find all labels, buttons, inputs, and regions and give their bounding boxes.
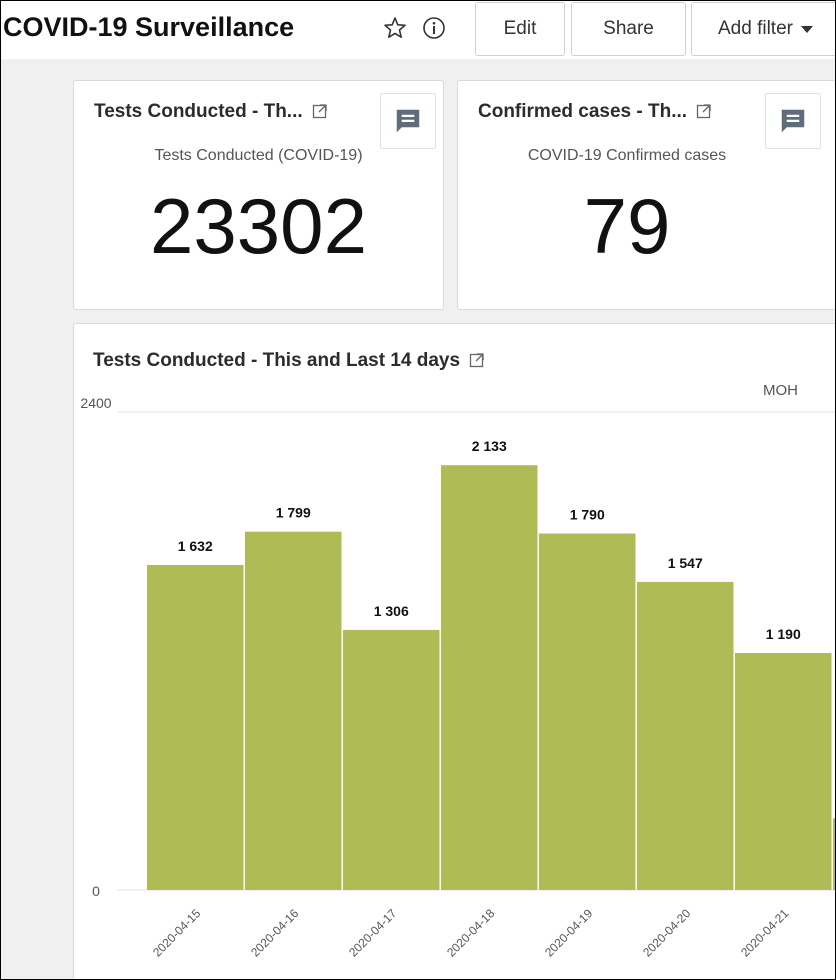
comment-button[interactable] <box>765 93 821 149</box>
tests-chart-card: Tests Conducted - This and Last 14 days … <box>73 323 835 979</box>
card-subtitle: COVID-19 Confirmed cases <box>527 147 727 164</box>
y-tick-label: 0 <box>92 883 100 899</box>
add-filter-button[interactable]: Add filter <box>691 2 835 56</box>
card-title[interactable]: Tests Conducted - Th... <box>94 101 328 123</box>
edit-button[interactable]: Edit <box>475 2 565 56</box>
data-label: 1 790 <box>570 506 605 522</box>
info-icon[interactable] <box>422 16 446 40</box>
confirmed-cases-card: Confirmed cases - Th... COVID-19 Confirm… <box>457 80 835 310</box>
dashboard-title: COVID-19 Surveillance <box>3 12 295 42</box>
bar <box>539 533 636 890</box>
bar <box>245 531 342 890</box>
bar <box>735 652 832 890</box>
card-title-text: Tests Conducted - Th... <box>94 101 303 122</box>
bar <box>637 581 734 890</box>
cases-value: 79 <box>583 182 671 270</box>
x-tick-label: 2020-04-21 <box>738 906 792 960</box>
data-label: 1 306 <box>374 603 409 619</box>
x-tick-label: 2020-04-19 <box>542 906 596 960</box>
data-label: 2 133 <box>472 438 507 454</box>
comment-button[interactable] <box>380 93 436 149</box>
x-tick-label: 2020-04-20 <box>640 906 694 960</box>
comment-icon <box>781 109 805 133</box>
star-icon[interactable] <box>383 16 407 40</box>
data-label: 1 547 <box>668 555 703 571</box>
x-tick-label: 2020-04-18 <box>444 906 498 960</box>
chevron-down-icon <box>800 25 813 33</box>
x-tick-label: 2020-04-16 <box>248 906 302 960</box>
bar <box>343 629 440 890</box>
open-external-icon[interactable] <box>312 103 328 119</box>
open-external-icon[interactable] <box>696 103 712 119</box>
card-title-text: Confirmed cases - Th... <box>478 101 688 122</box>
data-label: 1 632 <box>178 538 213 554</box>
bar <box>147 564 244 890</box>
tests-conducted-card: Tests Conducted - Th... Tests Conducted … <box>73 80 444 310</box>
dashboard-frame: COVID-19 Surveillance Edit Share Add fil… <box>0 0 836 980</box>
data-label: 1 799 <box>276 505 311 521</box>
card-subtitle: Tests Conducted (COVID-19) <box>154 147 363 164</box>
card-title[interactable]: Confirmed cases - Th... <box>478 101 712 123</box>
y-tick-label: 2400 <box>80 395 111 411</box>
x-tick-label: 2020-04-15 <box>150 906 204 960</box>
tests-value: 23302 <box>150 182 367 270</box>
share-button[interactable]: Share <box>571 2 686 56</box>
bar-chart: 0 2400 1 632 2020-04-15 1 799 2020-04-16 1 306… <box>80 395 835 960</box>
dashboard-header: COVID-19 Surveillance Edit Share Add fil… <box>1 1 835 59</box>
data-label: 1 190 <box>766 626 801 642</box>
x-tick-label: 2020-04-17 <box>346 906 400 960</box>
add-filter-label: Add filter <box>718 18 793 39</box>
bar <box>441 465 538 890</box>
comment-icon <box>396 109 420 133</box>
